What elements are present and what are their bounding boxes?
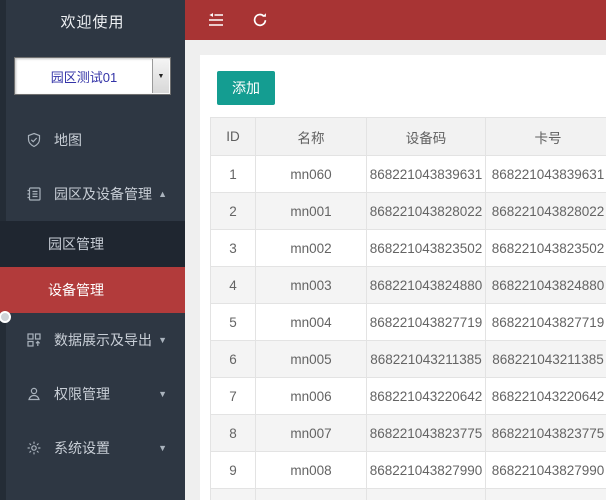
park-select[interactable]: 园区测试01 ▼ [14, 57, 171, 95]
table-cell: 868221043827990 [367, 452, 486, 489]
table-row: 7mn006868221043220642868221043220642 [211, 378, 606, 415]
select-dropdown-button[interactable]: ▼ [152, 59, 169, 93]
table-body: 1mn0608682210438396318682210438396312mn0… [211, 156, 606, 500]
sidebar-title: 欢迎使用 [0, 0, 185, 45]
table-cell: 1 [211, 156, 256, 193]
chevron-down-icon: ▼ [158, 335, 167, 345]
sidebar-subitem-label: 园区管理 [48, 236, 104, 252]
sidebar-item-permission-mgmt[interactable]: 权限管理 ▼ [0, 367, 185, 421]
shield-check-icon [26, 132, 42, 148]
table-row: 9mn008868221043827990868221043827990 [211, 452, 606, 489]
table-cell: 868221043827990 [486, 452, 606, 489]
gear-icon [26, 440, 42, 456]
chevron-down-icon: ▼ [158, 73, 165, 80]
table-row: 1mn060868221043839631868221043839631 [211, 156, 606, 193]
table-cell: 868221043823784 [486, 489, 606, 500]
table-cell: mn009 [256, 489, 367, 500]
table-cell: 6 [211, 341, 256, 378]
sidebar: 欢迎使用 园区测试01 ▼ 地图 园区及设 [0, 0, 185, 500]
sidebar-menu: 地图 园区及设备管理 ▲ 园区管理 设备管理 [0, 113, 185, 475]
table-cell: 868221043823502 [486, 230, 606, 267]
device-table: ID 名称 设备码 卡号 1mn060868221043839631868221… [210, 117, 606, 500]
table-cell: mn007 [256, 415, 367, 452]
table-row: 5mn004868221043827719868221043827719 [211, 304, 606, 341]
table-cell: 868221043839631 [367, 156, 486, 193]
sidebar-item-system-settings[interactable]: 系统设置 ▼ [0, 421, 185, 475]
chevron-up-icon: ▲ [158, 189, 167, 199]
table-cell: mn060 [256, 156, 367, 193]
chevron-down-icon: ▼ [158, 443, 167, 453]
table-cell: 868221043823775 [486, 415, 606, 452]
table-cell: 868221043824880 [367, 267, 486, 304]
sidebar-item-label: 园区及设备管理 [54, 184, 158, 204]
column-header-id: ID [211, 118, 256, 156]
table-cell: 868221043211385 [486, 341, 606, 378]
sidebar-item-map[interactable]: 地图 [0, 113, 185, 167]
table-cell: 7 [211, 378, 256, 415]
data-export-icon [26, 332, 42, 348]
table-cell: 868221043839631 [486, 156, 606, 193]
column-header-device-code: 设备码 [367, 118, 486, 156]
table-cell: 868221043823502 [367, 230, 486, 267]
table-cell: 868221043220642 [486, 378, 606, 415]
park-select-value: 园区测试01 [15, 67, 170, 86]
table-cell: 2 [211, 193, 256, 230]
table-cell: 10 [211, 489, 256, 500]
table-cell: 9 [211, 452, 256, 489]
table-row: 6mn005868221043211385868221043211385 [211, 341, 606, 378]
add-button[interactable]: 添加 [217, 71, 275, 105]
table-cell: 868221043827719 [486, 304, 606, 341]
table-cell: mn002 [256, 230, 367, 267]
table-cell: 868221043823775 [367, 415, 486, 452]
table-cell: 5 [211, 304, 256, 341]
table-row: 8mn007868221043823775868221043823775 [211, 415, 606, 452]
sidebar-item-data-export[interactable]: 数据展示及导出 ▼ [0, 313, 185, 367]
table-cell: 868221043823784 [367, 489, 486, 500]
column-header-card-number: 卡号 [486, 118, 606, 156]
table-row: 10mn009868221043823784868221043823784 [211, 489, 606, 500]
table-row: 3mn002868221043823502868221043823502 [211, 230, 606, 267]
sidebar-subitem-park-mgmt[interactable]: 园区管理 [0, 221, 185, 267]
table-cell: 4 [211, 267, 256, 304]
table-cell: 868221043827719 [367, 304, 486, 341]
collapse-menu-icon[interactable] [207, 12, 225, 28]
topbar [185, 0, 606, 40]
user-icon [26, 386, 42, 402]
table-cell: mn001 [256, 193, 367, 230]
table-cell: 3 [211, 230, 256, 267]
table-cell: 868221043211385 [367, 341, 486, 378]
sidebar-subitem-label: 设备管理 [48, 282, 104, 298]
table-row: 2mn001868221043828022868221043828022 [211, 193, 606, 230]
table-cell: mn004 [256, 304, 367, 341]
refresh-icon[interactable] [251, 12, 269, 28]
sidebar-item-label: 数据展示及导出 [54, 330, 158, 350]
table-cell: 868221043824880 [486, 267, 606, 304]
table-cell: 868221043828022 [486, 193, 606, 230]
table-header-row: ID 名称 设备码 卡号 [211, 118, 606, 156]
table-cell: mn005 [256, 341, 367, 378]
main-content: 添加 ID 名称 设备码 卡号 1mn060868221043839631868… [185, 40, 606, 500]
device-list-icon [26, 186, 42, 202]
table-cell: 8 [211, 415, 256, 452]
table-cell: mn006 [256, 378, 367, 415]
column-header-name: 名称 [256, 118, 367, 156]
sidebar-item-label: 地图 [54, 130, 167, 150]
table-cell: 868221043220642 [367, 378, 486, 415]
sidebar-item-label: 系统设置 [54, 438, 158, 458]
table-cell: mn003 [256, 267, 367, 304]
chevron-down-icon: ▼ [158, 389, 167, 399]
table-cell: mn008 [256, 452, 367, 489]
submenu-park-device: 园区管理 设备管理 [0, 221, 185, 313]
table-row: 4mn003868221043824880868221043824880 [211, 267, 606, 304]
sidebar-subitem-device-mgmt[interactable]: 设备管理 [0, 267, 185, 313]
device-table-card: 添加 ID 名称 设备码 卡号 1mn060868221043839631868… [200, 55, 606, 500]
sidebar-item-label: 权限管理 [54, 384, 158, 404]
table-cell: 868221043828022 [367, 193, 486, 230]
sidebar-item-park-device-mgmt[interactable]: 园区及设备管理 ▲ [0, 167, 185, 221]
